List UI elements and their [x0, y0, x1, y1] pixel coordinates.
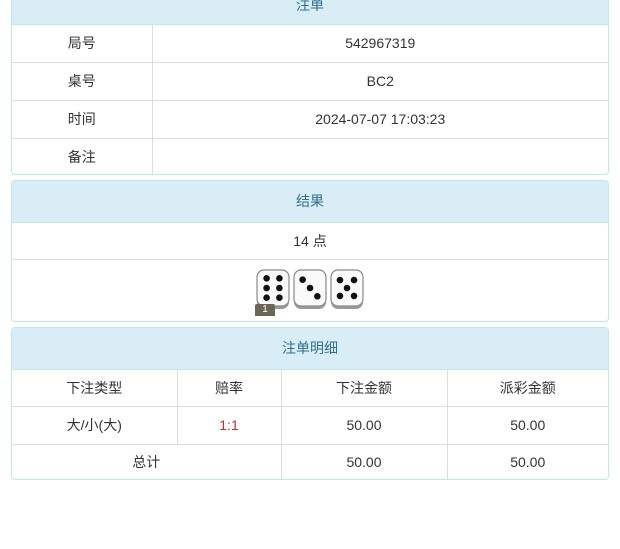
total-payout: 50.00 [446, 443, 608, 479]
dice-row: 1 [12, 260, 608, 316]
header-payout: 派彩金额 [446, 370, 608, 407]
die-pip [350, 276, 358, 284]
die-2 [293, 269, 327, 314]
detail-table: 下注类型 赔率 下注金额 派彩金额 大/小(大) 1:1 50.00 50.00… [12, 370, 608, 479]
order-value-round: 542967319 [151, 25, 608, 63]
order-label-time: 时间 [12, 99, 153, 139]
die-face-icon [330, 269, 364, 309]
die-pip [336, 276, 344, 284]
order-info-table: 局号 542967319 桌号 BC2 时间 2024-07-07 17:03:… [12, 25, 608, 174]
die-pip [276, 274, 283, 282]
die-count-badge: 1 [255, 304, 275, 316]
detail-panel-title: 注单明细 [12, 328, 608, 370]
header-bet-type: 下注类型 [12, 370, 178, 407]
order-label-remark: 备注 [12, 137, 153, 174]
result-points: 14 点 [12, 223, 608, 260]
header-bet-amount: 下注金额 [280, 370, 448, 407]
die-pip [314, 292, 321, 300]
order-row-table: 桌号 BC2 [12, 61, 608, 101]
die-pip [276, 284, 283, 292]
die-pip [350, 292, 358, 300]
die-pip [263, 274, 270, 282]
header-odds: 赔率 [176, 370, 282, 407]
die-pip [263, 284, 270, 292]
payout-amount: 50.00 [446, 405, 608, 445]
bet-type: 大/小(大) [12, 405, 178, 445]
result-panel-title: 结果 [12, 181, 608, 223]
order-row-time: 时间 2024-07-07 17:03:23 [12, 99, 608, 139]
result-panel: 结果 14 点 1 [11, 180, 609, 322]
bet-amount: 50.00 [280, 405, 448, 445]
order-value-table: BC2 [151, 61, 608, 101]
die-pip [299, 276, 306, 284]
order-value-remark [151, 137, 608, 174]
order-panel-title: 注单 [12, 0, 608, 25]
total-row: 总计 50.00 50.00 [12, 443, 608, 479]
die-3 [330, 269, 364, 314]
die-body [256, 269, 290, 307]
order-row-remark: 备注 [12, 137, 608, 174]
die-pip [276, 294, 283, 302]
order-value-time: 2024-07-07 17:03:23 [151, 99, 608, 139]
order-row-round: 局号 542967319 [12, 25, 608, 63]
die-1: 1 [255, 269, 290, 316]
order-label-table: 桌号 [12, 61, 153, 101]
detail-row: 大/小(大) 1:1 50.00 50.00 [12, 405, 608, 445]
order-label-round: 局号 [12, 25, 153, 63]
die-pip [306, 284, 314, 292]
order-panel: 注单 局号 542967319 桌号 BC2 时间 2024-07-07 17:… [11, 0, 609, 175]
total-label: 总计 [12, 443, 282, 479]
odds: 1:1 [176, 405, 282, 445]
detail-header-row: 下注类型 赔率 下注金额 派彩金额 [12, 370, 608, 407]
die-pip [343, 284, 351, 292]
die-pip [263, 294, 270, 302]
total-bet: 50.00 [280, 443, 448, 479]
die-face-icon [293, 269, 327, 309]
detail-panel: 注单明细 下注类型 赔率 下注金额 派彩金额 大/小(大) 1:1 50.00 … [11, 327, 609, 480]
die-pip [336, 292, 344, 300]
